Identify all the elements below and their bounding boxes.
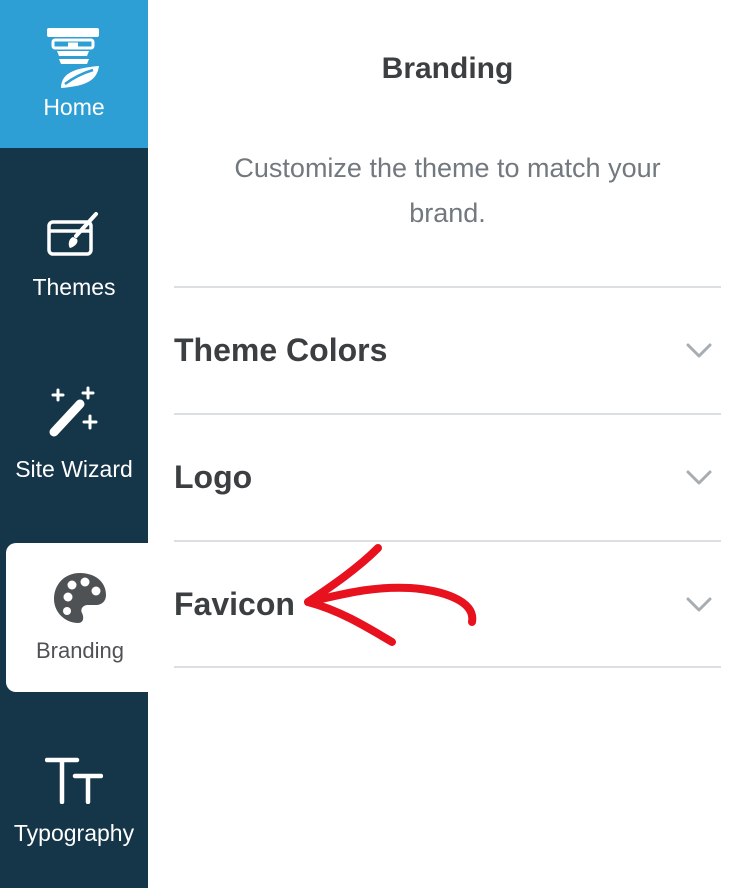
sidebar-item-typography[interactable]: Typography [0,756,148,876]
theme-colors-section[interactable]: Theme Colors [174,286,721,413]
sidebar-item-site-wizard[interactable]: Site Wizard [0,386,148,506]
logo-section[interactable]: Logo [174,413,721,540]
magic-wand-icon [49,386,98,437]
sidebar-item-label: Branding [35,638,125,663]
sidebar-item-label: Site Wizard [15,456,133,482]
section-title: Favicon [174,586,295,622]
section-divider [174,666,721,668]
page-description: Customize the theme to match your brand. [234,153,661,228]
sidebar: Home Themes Site Wizard Branding Typogra… [0,0,154,888]
sidebar-item-home[interactable]: Home [0,0,148,148]
lighthouse-logo-icon [47,28,99,88]
sidebar-item-label: Themes [32,274,116,300]
sidebar-item-branding[interactable]: Branding [6,543,154,692]
sidebar-item-themes[interactable]: Themes [0,210,148,330]
paintbrush-canvas-icon [47,212,98,256]
text-size-icon [45,757,103,804]
palette-icon [54,573,106,623]
sidebar-item-label: Home [43,94,105,120]
section-title: Logo [174,459,253,495]
chevron-down-icon[interactable] [685,469,713,487]
red-arrow-icon [304,544,477,646]
chevron-down-icon[interactable] [685,342,713,360]
chevron-down-icon[interactable] [685,596,713,614]
page-title: Branding [381,52,514,85]
sidebar-item-label: Typography [13,820,135,846]
section-title: Theme Colors [174,332,388,368]
